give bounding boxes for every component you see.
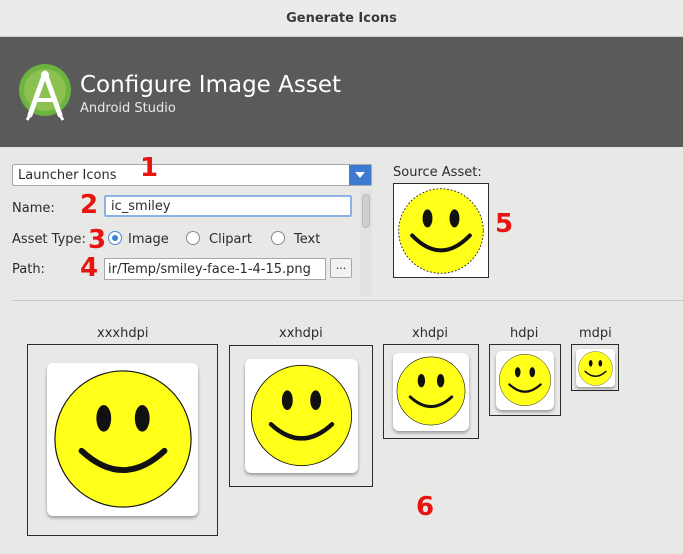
annotation-2: 2: [80, 190, 99, 220]
annotation-6: 6: [416, 492, 435, 522]
preview-xxxhdpi: [27, 344, 218, 536]
density-label-xhdpi: xhdpi: [412, 326, 449, 341]
asset-type-text-radio[interactable]: [271, 231, 285, 245]
annotation-1: 1: [140, 153, 159, 183]
chevron-down-icon[interactable]: [349, 165, 371, 185]
asset-type-text-label[interactable]: Text: [294, 232, 320, 247]
path-label: Path:: [12, 262, 45, 277]
smiley-face-icon: [250, 364, 353, 467]
density-label-xxhdpi: xxhdpi: [279, 326, 323, 341]
asset-type-clipart-radio[interactable]: [186, 231, 200, 245]
window-title: Generate Icons: [286, 10, 397, 26]
wizard-title: Configure Image Asset: [80, 72, 341, 98]
preview-hdpi: [489, 344, 561, 416]
wizard-subtitle: Android Studio: [80, 101, 176, 116]
preview-xxhdpi: [229, 345, 373, 487]
name-value: ic_smiley: [111, 199, 171, 214]
android-studio-logo-icon: [19, 64, 71, 121]
smiley-face-icon: [578, 351, 613, 386]
section-divider: [12, 300, 683, 301]
smiley-face-icon: [54, 370, 192, 508]
name-input[interactable]: ic_smiley: [104, 195, 352, 217]
smiley-face-icon: [398, 188, 484, 274]
smiley-face-icon: [396, 356, 466, 426]
annotation-3: 3: [88, 225, 107, 255]
wizard-header: Configure Image Asset Android Studio: [0, 37, 683, 147]
source-asset-preview: [393, 183, 489, 278]
browse-button[interactable]: ...: [330, 258, 352, 278]
annotation-4: 4: [80, 253, 99, 283]
window-titlebar: Generate Icons: [0, 0, 683, 37]
asset-type-image-label[interactable]: Image: [128, 232, 169, 247]
preview-mdpi: [571, 344, 619, 391]
form-scrollbar[interactable]: [360, 190, 372, 296]
smiley-face-icon: [499, 354, 551, 406]
asset-type-clipart-label[interactable]: Clipart: [209, 232, 252, 247]
path-input[interactable]: ir/Temp/smiley-face-1-4-15.png: [104, 258, 326, 280]
icon-type-value: Launcher Icons: [18, 168, 117, 183]
preview-xhdpi: [383, 344, 479, 439]
path-value: ir/Temp/smiley-face-1-4-15.png: [108, 262, 311, 277]
icon-type-dropdown[interactable]: Launcher Icons: [12, 164, 372, 186]
asset-type-label: Asset Type:: [12, 232, 86, 247]
annotation-5: 5: [495, 209, 514, 239]
name-label: Name:: [12, 201, 55, 216]
scrollbar-thumb[interactable]: [362, 194, 370, 228]
asset-type-image-radio[interactable]: [108, 231, 122, 245]
density-label-xxxhdpi: xxxhdpi: [97, 326, 149, 341]
density-label-mdpi: mdpi: [579, 326, 612, 341]
source-asset-label: Source Asset:: [393, 165, 482, 180]
density-label-hdpi: hdpi: [510, 326, 539, 341]
